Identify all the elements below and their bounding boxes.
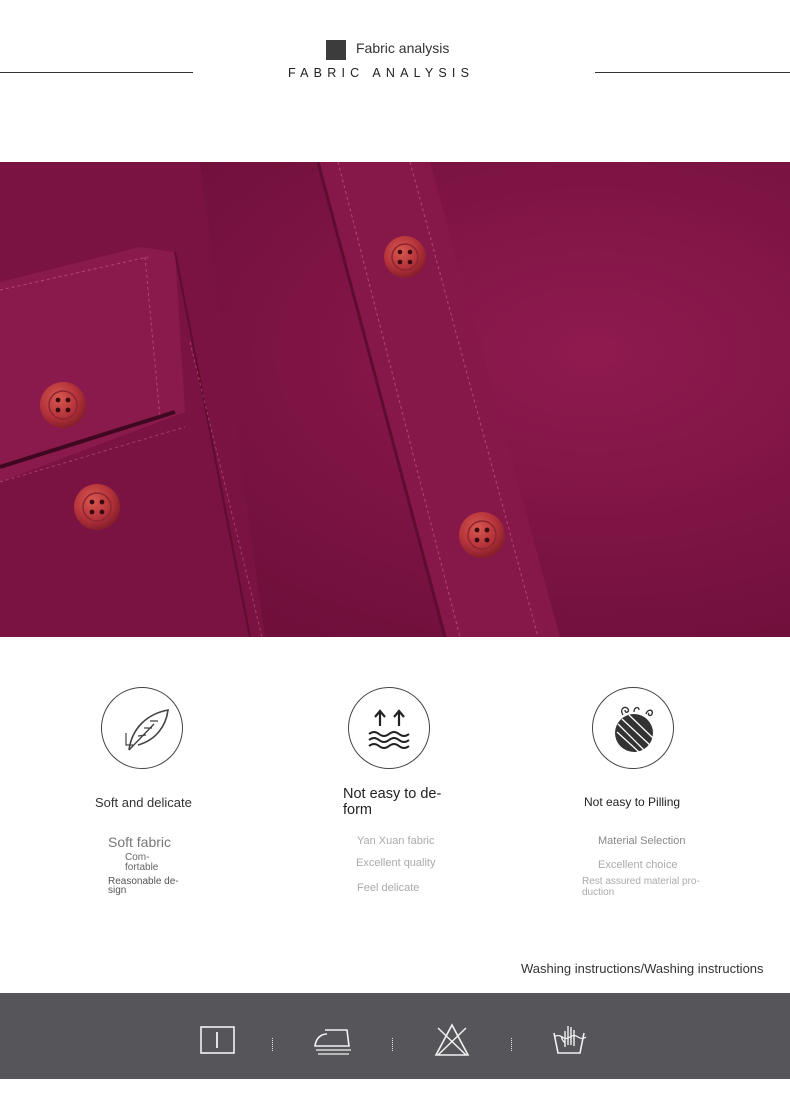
feature-line: duction (582, 887, 615, 898)
yarn-ball-icon (592, 687, 674, 769)
washing-bar (0, 993, 790, 1079)
feature-line: Material Selection (598, 835, 686, 847)
feature-line: Soft fabric (108, 834, 172, 850)
feature-line: Excellent choice (598, 859, 678, 871)
fabric-photo (0, 162, 790, 637)
feature-title: Not easy to de- (343, 786, 442, 802)
no-bleach-icon (434, 1022, 470, 1063)
section-subtitle: FABRIC ANALYSIS (288, 66, 475, 80)
washing-label: Washing instructions/Washing instruction… (521, 961, 764, 976)
iron-icon (313, 1024, 355, 1061)
section-title: Fabric analysis (356, 40, 450, 56)
hand-wash-icon (551, 1021, 587, 1060)
tumble-dry-icon (200, 1026, 235, 1060)
feature-line: Excellent quality (356, 857, 436, 869)
feature-title: form (343, 802, 372, 818)
separator (511, 1038, 513, 1051)
shirt-button (74, 484, 120, 530)
separator (392, 1038, 394, 1051)
feature-line: Rest assured material pro- (582, 876, 700, 887)
feature-line: Yan Xuan fabric (357, 835, 435, 847)
shirt-button (384, 236, 426, 278)
header-line-left (0, 72, 193, 73)
separator (272, 1038, 274, 1051)
feature-title: Not easy to Pilling (584, 795, 681, 809)
feather-icon (101, 687, 183, 769)
feature-line: fortable (125, 862, 159, 873)
feature-line: sign (108, 885, 127, 896)
header-line-right (595, 72, 790, 73)
up-arrows-waves-icon (348, 687, 430, 769)
header-square-icon (326, 40, 346, 60)
feature-title: Soft and delicate (95, 795, 192, 810)
shirt-button (40, 382, 86, 428)
feature-line: Feel delicate (357, 882, 420, 894)
shirt-button (459, 512, 505, 558)
